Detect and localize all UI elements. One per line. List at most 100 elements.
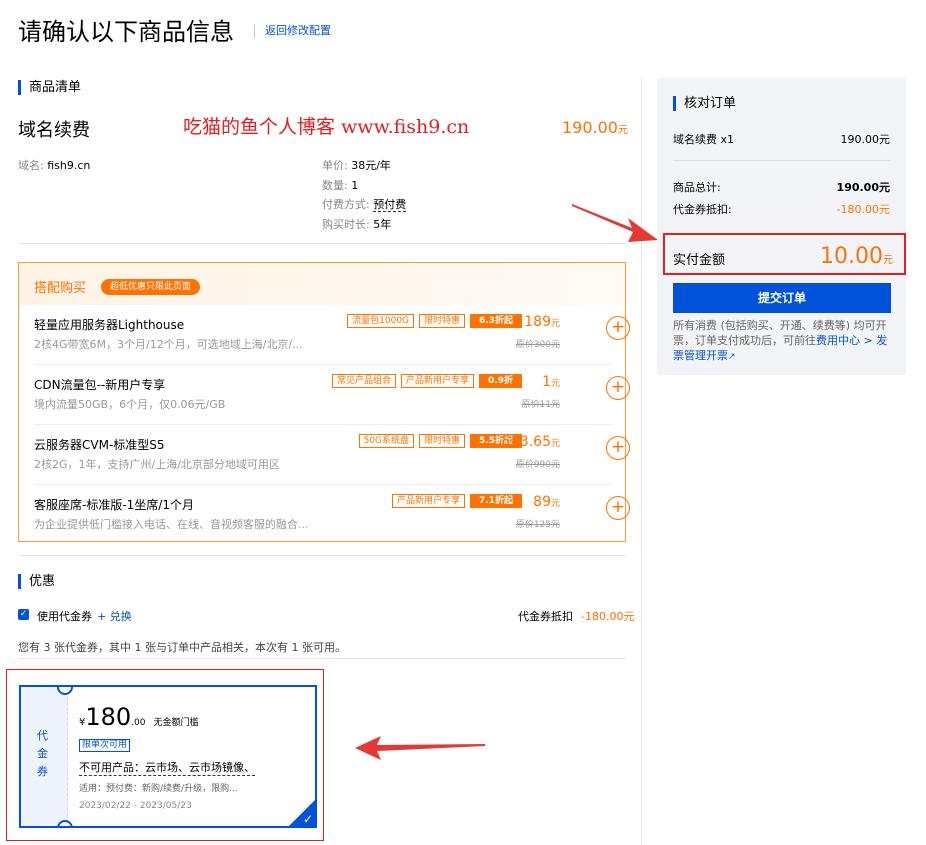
duration-label: 购买时长:: [322, 218, 370, 231]
qty-label: 数量:: [322, 179, 348, 192]
item-divider: [34, 364, 612, 365]
discount-tag: 0.9折: [479, 374, 522, 388]
tag: 50G系统盘: [358, 434, 415, 448]
tag: 常见产品组合: [332, 374, 397, 388]
divider: [673, 160, 891, 161]
pay-method-row: 付费方式: 预付费: [322, 196, 407, 212]
bundle-item-tags: 50G系统盘 限时特惠 5.5折起: [358, 434, 522, 448]
qty-value: 1: [351, 179, 359, 192]
order-coupon-label: 代金券抵扣:: [673, 203, 732, 216]
bundle-item-tags: 流量包1000G 限时特惠 6.3折起: [347, 314, 522, 328]
price-value: 1: [542, 374, 551, 390]
bundle-item-desc: 2核4G带宽6M，3个月/12个月，可选地域上海/北京/...: [34, 338, 303, 351]
pay-method-label: 付费方式:: [322, 198, 370, 211]
pay-unit: 元: [882, 255, 893, 266]
bundle-item-tags: 常见产品组合 产品新用户专享 0.9折: [332, 374, 522, 388]
bundle-item-price: 543.65元: [502, 434, 560, 450]
bundle-item: 云服务器CVM-标准型S5 2核2G，1年，支持广州/上海/北京部分地域可用区 …: [34, 426, 630, 484]
pay-method-value[interactable]: 预付费: [373, 198, 407, 212]
discount-tag: 6.3折起: [470, 314, 522, 328]
back-to-config-link[interactable]: 返回修改配置: [254, 24, 331, 38]
order-title: 核对订单: [673, 96, 736, 111]
add-bundle-item-button[interactable]: +: [606, 496, 630, 520]
page-title: 请确认以下商品信息: [18, 18, 234, 46]
add-bundle-item-button[interactable]: +: [606, 376, 630, 400]
add-bundle-item-button[interactable]: +: [606, 436, 630, 460]
external-link-icon: ↗: [728, 352, 736, 362]
arrow-left-icon: [355, 736, 485, 760]
column-divider: [641, 78, 642, 845]
unit-price-value: 38元/年: [351, 159, 391, 172]
tag: 限时特惠: [419, 314, 466, 328]
duration-value: 5年: [373, 218, 392, 231]
domain-label: 域名:: [18, 159, 44, 172]
use-coupon-label: 使用代金券: [37, 610, 92, 623]
goods-name: 域名续费: [18, 120, 90, 141]
item-divider: [34, 484, 612, 485]
bundle-panel: 搭配购买 超低优惠只限此页面 轻量应用服务器Lighthouse 2核4G带宽6…: [18, 262, 630, 544]
pay-label: 实付金额: [673, 253, 726, 268]
coupon-offset-value: -180.00元: [581, 610, 635, 623]
price-unit: 元: [550, 499, 560, 509]
bundle-item: CDN流量包--新用户专享 境内流量50GB，6个月，仅0.06元/GB 常见产…: [34, 366, 630, 424]
goods-section-title: 商品清单: [18, 80, 81, 95]
coupon-applicable: 适用：预付费：新购/续费/升级，限购...: [79, 784, 238, 794]
price-value: 543.65: [501, 434, 551, 450]
price-unit: 元: [550, 439, 560, 449]
price-unit: 元: [550, 379, 560, 389]
order-total-value: 190.00元: [836, 181, 890, 194]
bundle-badge: 超低优惠只限此页面: [101, 279, 201, 295]
coupon-once-tag: 限单次可用: [79, 739, 131, 752]
bundle-item: 客服座席-标准版-1坐席/1个月 为企业提供低门槛接入电话、在线、音视频客服的融…: [34, 486, 630, 544]
order-coupon-value: -180.00元: [836, 203, 890, 216]
goods-price-value: 190.00: [562, 118, 618, 137]
submit-order-button[interactable]: 提交订单: [673, 283, 891, 313]
bundle-item-name: 客服座席-标准版-1坐席/1个月: [34, 498, 194, 512]
bundle-item-name: 轻量应用服务器Lighthouse: [34, 318, 185, 332]
coupon-offset-label: 代金券抵扣: [518, 610, 573, 623]
check-icon: ✓: [302, 812, 313, 826]
order-total-label: 商品总计:: [673, 181, 721, 194]
bundle-item-orig-price: 原价125元: [515, 520, 560, 530]
tag: 限时特惠: [419, 434, 466, 448]
coupon-card[interactable]: 代金券 ¥180.00 无金额门槛 限单次可用 不可用产品：云市场、云市场镜像、…: [19, 685, 317, 828]
coupon-unavailable[interactable]: 不可用产品：云市场、云市场镜像、: [79, 759, 255, 776]
price-value: 89: [533, 494, 551, 510]
item-divider: [34, 424, 612, 425]
bundle-item: 轻量应用服务器Lighthouse 2核4G带宽6M，3个月/12个月，可选地域…: [34, 306, 630, 364]
divider: [18, 658, 626, 659]
bundle-item-tags: 产品新用户专享 7.1折起: [392, 494, 522, 508]
coupon-amount: ¥180.00 无金额门槛: [79, 703, 199, 731]
bundle-item-price: 89元: [533, 494, 560, 510]
price-unit: 元: [550, 319, 560, 329]
goods-price-unit: 元: [617, 125, 628, 136]
goods-price: 190.00元: [562, 118, 628, 137]
tag: 产品新用户专享: [401, 374, 475, 388]
unit-price-label: 单价:: [322, 159, 348, 172]
amount-value: 180: [85, 703, 132, 731]
amount-decimal: .00: [131, 718, 146, 728]
use-coupon-checkbox[interactable]: ✓: [18, 609, 29, 620]
add-bundle-item-button[interactable]: +: [606, 316, 630, 340]
bundle-item-orig-price: 原价11元: [521, 400, 560, 410]
coupon-threshold: 无金额门槛: [153, 718, 199, 728]
bundle-item-name: CDN流量包--新用户专享: [34, 378, 166, 392]
coupon-period: 2023/02/22 - 2023/05/23: [79, 801, 192, 811]
exchange-coupon-link[interactable]: + 兑换: [97, 608, 132, 624]
bundle-item-price: 189元: [524, 314, 560, 330]
tag: 流量包1000G: [347, 314, 415, 328]
invoice-note: 所有消费 (包括购买、开通、续费等) 均可开票，订单支付成功后，可前往费用中心 …: [673, 318, 893, 365]
duration-row: 购买时长: 5年: [322, 216, 391, 232]
tag: 产品新用户专享: [392, 494, 466, 508]
bundle-item-price: 1元: [542, 374, 560, 390]
divider: [18, 243, 626, 244]
pay-amount: 10.00元: [820, 244, 893, 269]
bundle-title: 搭配购买: [34, 281, 87, 296]
coupon-notch: [57, 687, 73, 695]
bundle-header: 搭配购买 超低优惠只限此页面: [19, 263, 625, 305]
domain-value: fish9.cn: [47, 159, 91, 172]
qty-row: 数量: 1: [322, 177, 358, 193]
discount-tag: 7.1折起: [470, 494, 522, 508]
coupon-info: 您有 3 张代金券，其中 1 张与订单中产品相关，本次有 1 张可用。: [18, 641, 346, 654]
coupon-notch: [57, 820, 73, 826]
